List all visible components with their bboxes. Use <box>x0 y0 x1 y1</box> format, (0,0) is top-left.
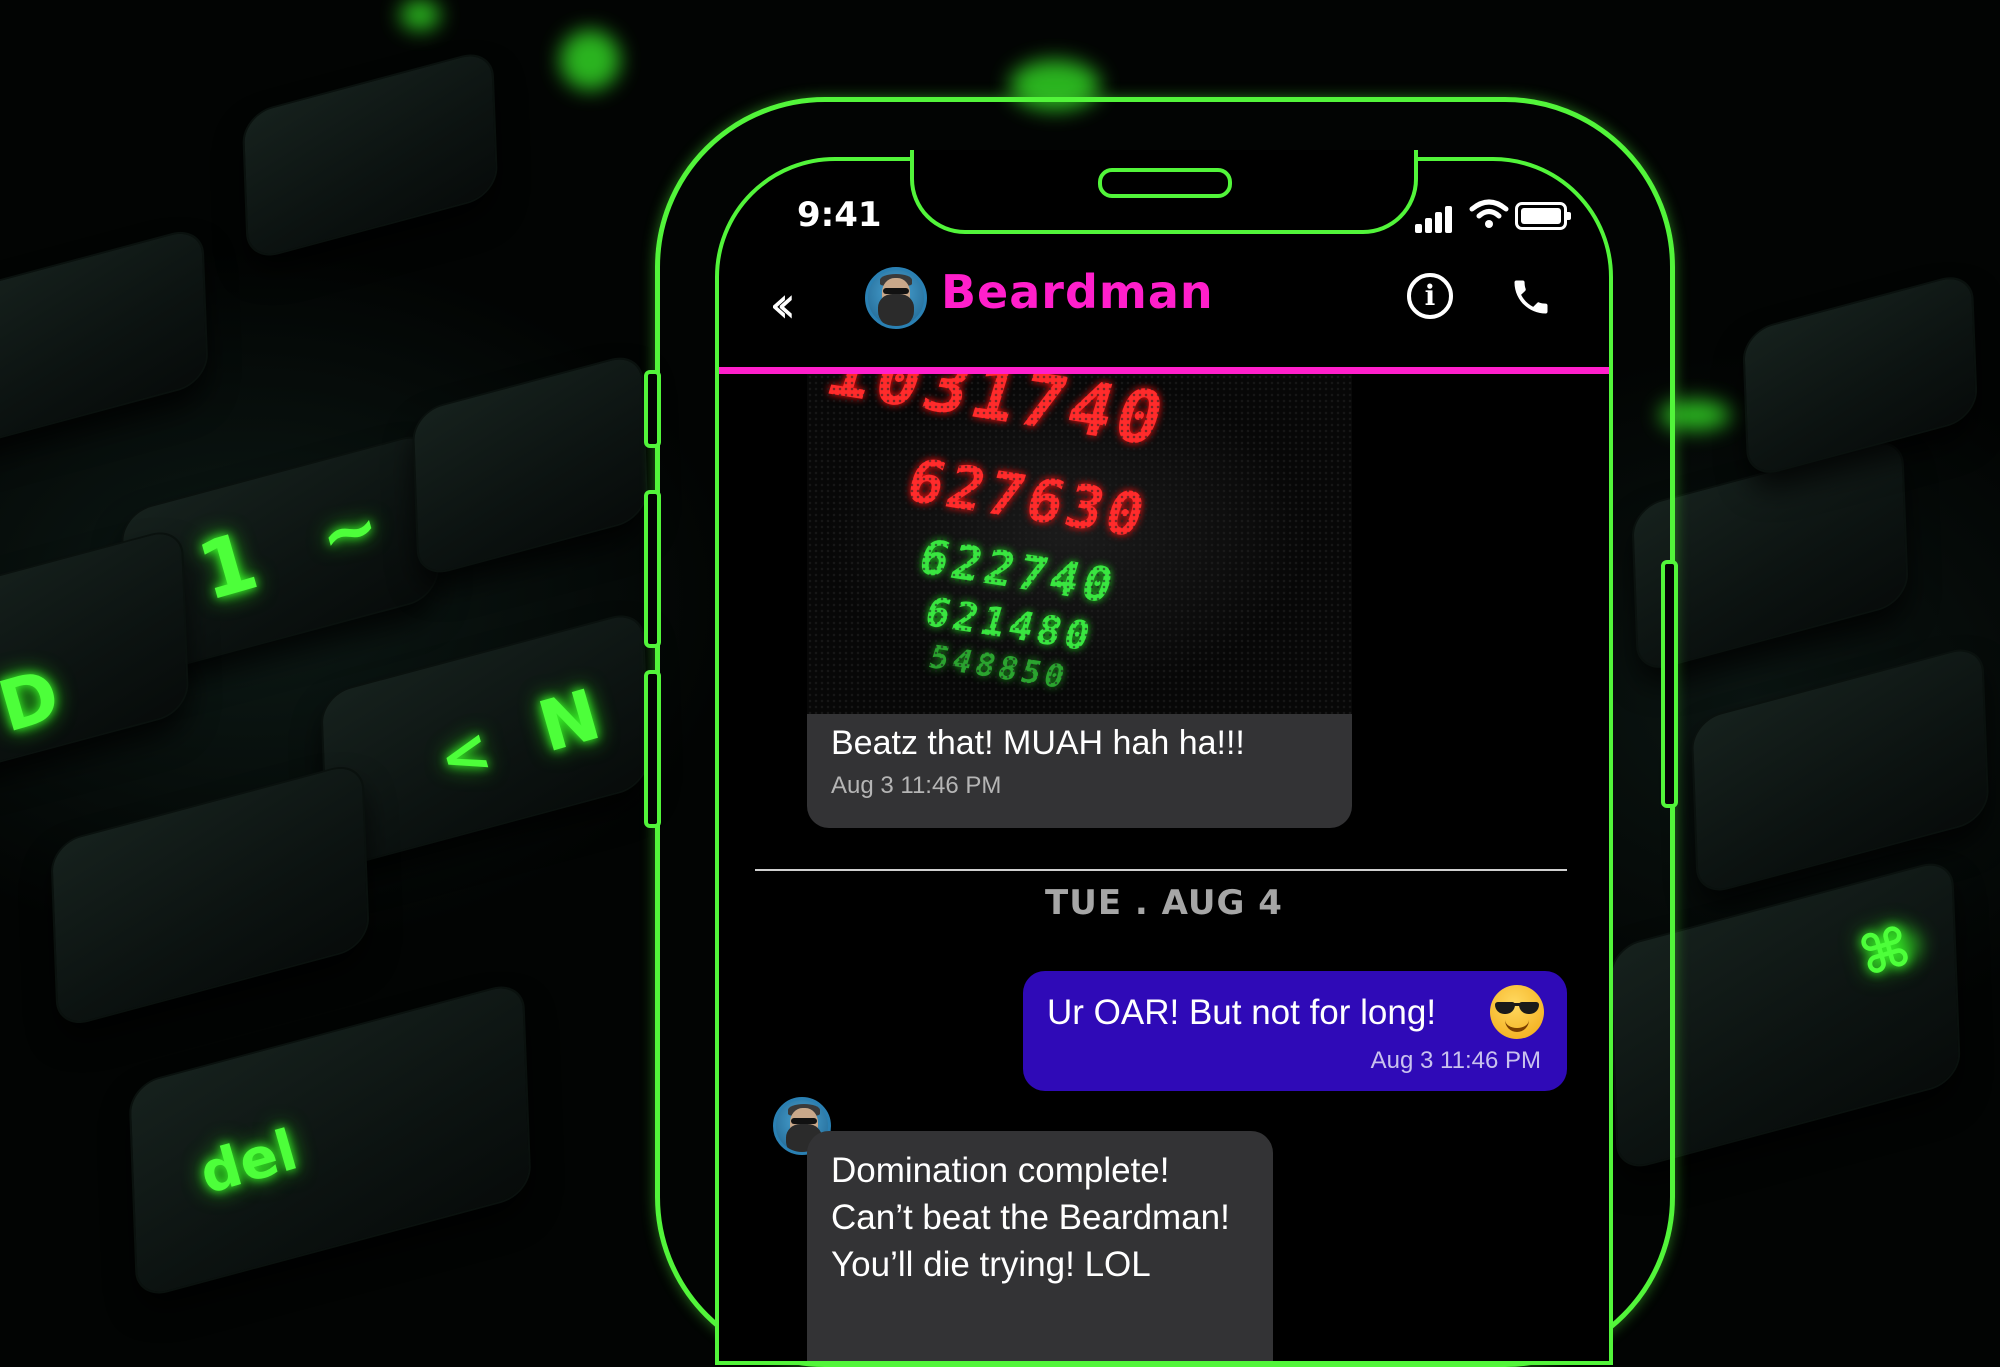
day-separator-label: TUE . AUG 4 <box>1045 883 1283 923</box>
back-icon[interactable]: ‹‹ <box>769 275 796 335</box>
key-glow <box>560 30 620 90</box>
battery-icon <box>1515 202 1571 230</box>
power-button <box>1661 560 1678 808</box>
volume-up-button <box>644 490 661 648</box>
signal-icon <box>1415 205 1459 233</box>
keyboard-key <box>0 527 188 783</box>
volume-down-button <box>644 670 661 828</box>
speaker-grille <box>1098 168 1232 198</box>
header-divider <box>719 367 1609 374</box>
keyboard-key <box>52 762 368 1028</box>
received-message-bubble[interactable]: Domination complete! Can’t beat the Bear… <box>807 1131 1273 1361</box>
status-time: 9:41 <box>797 195 882 235</box>
ticker-number: 622740 <box>911 529 1124 615</box>
keyboard-key <box>1692 644 1988 896</box>
ticker-number: 1031740 <box>816 374 1178 464</box>
keyboard-key <box>1744 272 1976 478</box>
sent-message-text: Ur OAR! But not for long! <box>1047 993 1437 1032</box>
received-message-line: You’ll die trying! LOL <box>831 1245 1151 1284</box>
info-icon[interactable]: i <box>1407 273 1453 319</box>
silent-switch <box>644 370 661 448</box>
keyboard-key <box>413 352 647 578</box>
ticker-number: 627630 <box>898 446 1157 552</box>
received-message-line: Domination complete! <box>831 1151 1170 1190</box>
day-divider <box>755 869 1567 871</box>
keyboard-key <box>243 49 497 261</box>
message-timestamp: Aug 3 11:46 PM <box>1370 1047 1541 1074</box>
phone-screen: 9:41 ‹‹ Beardman i 1031740 627630 622740… <box>715 157 1613 1365</box>
image-caption: Beatz that! MUAH hah ha!!! <box>831 724 1245 762</box>
stock-ticker-image[interactable]: 1031740 627630 622740 621480 548850 <box>807 374 1352 714</box>
key-glow <box>400 0 440 30</box>
keyboard-key <box>130 981 530 1299</box>
contact-name[interactable]: Beardman <box>941 265 1214 319</box>
received-message-line: Can’t beat the Beardman! <box>831 1198 1230 1237</box>
ticker-number: 621480 <box>919 589 1100 661</box>
image-message-bubble[interactable]: 1031740 627630 622740 621480 548850 Beat… <box>807 374 1352 828</box>
contact-avatar[interactable] <box>865 267 927 329</box>
sunglasses-emoji-icon <box>1490 985 1544 1039</box>
message-timestamp: Aug 3 11:46 PM <box>831 772 1002 799</box>
keyboard-key <box>0 227 207 453</box>
sent-message-bubble[interactable]: Ur OAR! But not for long! Aug 3 11:46 PM <box>1023 971 1567 1091</box>
phone-icon[interactable] <box>1509 275 1553 319</box>
wifi-icon <box>1469 199 1509 228</box>
ticker-number: 548850 <box>924 637 1074 697</box>
